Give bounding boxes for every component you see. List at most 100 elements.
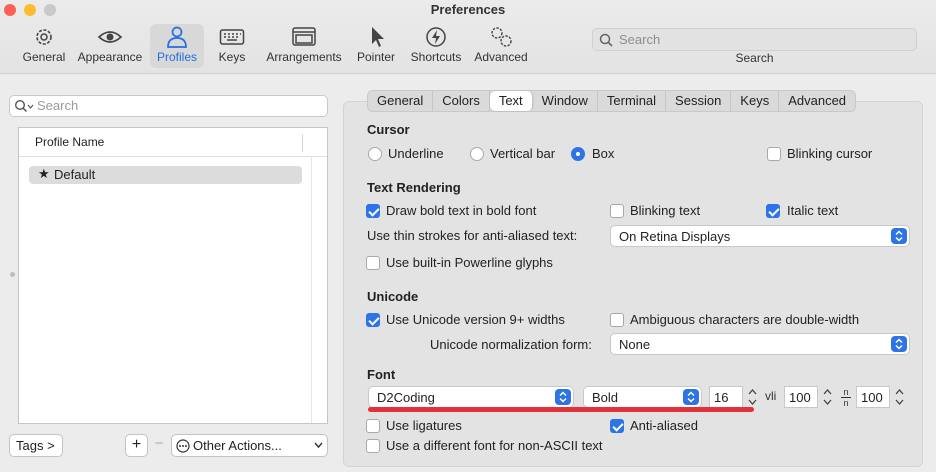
blinking-cursor-label: Blinking cursor bbox=[787, 146, 873, 161]
vertical-spacing-value: 100 bbox=[861, 390, 883, 405]
search-icon bbox=[599, 33, 613, 47]
toolbar-label: Shortcuts bbox=[410, 50, 462, 64]
toolbar-label: Profiles bbox=[156, 50, 197, 64]
toolbar-advanced[interactable]: Advanced bbox=[472, 24, 530, 68]
non-ascii-font-label: Use a different font for non-ASCII text bbox=[386, 438, 603, 453]
star-icon: ★ bbox=[38, 166, 50, 181]
up-down-arrows-icon bbox=[555, 389, 571, 405]
vertical-spacing-stepper[interactable] bbox=[894, 386, 905, 408]
tab-window[interactable]: Window bbox=[533, 91, 598, 111]
profile-search-placeholder: Search bbox=[37, 98, 79, 113]
toolbar-label: General bbox=[22, 50, 66, 64]
vertical-spacing-field[interactable]: 100 bbox=[856, 386, 890, 408]
unicode-widths-checkbox[interactable] bbox=[366, 313, 380, 327]
horizontal-spacing-value: 100 bbox=[789, 390, 811, 405]
person-icon bbox=[167, 26, 187, 48]
horizontal-spacing-field[interactable]: 100 bbox=[784, 386, 818, 408]
powerline-glyphs-checkbox[interactable] bbox=[366, 256, 380, 270]
blinking-cursor-checkbox[interactable] bbox=[767, 147, 781, 161]
anti-aliased-checkbox[interactable] bbox=[610, 419, 624, 433]
tab-general[interactable]: General bbox=[368, 91, 434, 111]
toolbar-shortcuts[interactable]: Shortcuts bbox=[406, 24, 466, 68]
annotation-underline bbox=[368, 407, 754, 412]
svg-text:n: n bbox=[843, 398, 848, 408]
gears-icon bbox=[491, 27, 512, 47]
cursor-box-radio[interactable] bbox=[571, 147, 585, 161]
italic-text-checkbox[interactable] bbox=[766, 204, 780, 218]
toolbar-label: Advanced bbox=[474, 50, 528, 64]
non-ascii-font-checkbox[interactable] bbox=[366, 439, 380, 453]
tab-keys[interactable]: Keys bbox=[731, 91, 780, 111]
tab-session[interactable]: Session bbox=[666, 91, 732, 111]
profile-search-field[interactable]: Search bbox=[9, 95, 328, 117]
italic-text-label: Italic text bbox=[787, 203, 839, 218]
ligatures-checkbox[interactable] bbox=[366, 419, 380, 433]
vertical-spacing-icon: n n bbox=[841, 387, 851, 408]
cursor-vertical-bar-radio[interactable] bbox=[470, 147, 484, 161]
thin-strokes-popup[interactable]: On Retina Displays bbox=[610, 225, 910, 247]
anti-aliased-label: Anti-aliased bbox=[630, 418, 698, 433]
column-divider bbox=[311, 157, 312, 423]
pointer-icon bbox=[372, 27, 384, 47]
ambiguous-width-label: Ambiguous characters are double-width bbox=[630, 312, 860, 327]
search-caption: Search bbox=[735, 51, 774, 65]
tab-text[interactable]: Text bbox=[489, 91, 533, 111]
toolbar-arrangements[interactable]: Arrangements bbox=[264, 24, 344, 68]
text-rendering-section-title: Text Rendering bbox=[367, 180, 461, 195]
other-actions-label: Other Actions... bbox=[193, 438, 282, 453]
up-down-arrows-icon bbox=[891, 228, 907, 244]
tags-button-label: Tags > bbox=[16, 438, 55, 453]
up-down-arrows-icon bbox=[891, 336, 907, 352]
toolbar-search-field[interactable]: Search bbox=[592, 28, 917, 51]
font-family-value: D2Coding bbox=[377, 390, 435, 405]
tab-colors[interactable]: Colors bbox=[433, 91, 490, 111]
horizontal-spacing-icon: vli bbox=[765, 389, 777, 403]
profile-table-header[interactable]: Profile Name bbox=[19, 128, 327, 157]
toolbar-label: Appearance bbox=[77, 50, 143, 64]
search-icon bbox=[14, 99, 34, 113]
other-actions-menu[interactable]: Other Actions... bbox=[171, 434, 328, 457]
cursor-box-label: Box bbox=[592, 146, 615, 161]
toolbar-general[interactable]: General bbox=[20, 24, 68, 68]
normalization-value: None bbox=[619, 337, 651, 352]
unicode-widths-label: Use Unicode version 9+ widths bbox=[386, 312, 565, 327]
split-view-handle[interactable] bbox=[10, 272, 15, 277]
thin-strokes-label: Use thin strokes for anti-aliased text: bbox=[367, 228, 578, 243]
toolbar-appearance[interactable]: Appearance bbox=[75, 24, 145, 68]
font-size-field[interactable]: 16 bbox=[709, 386, 743, 408]
cursor-vertical-bar-label: Vertical bar bbox=[490, 146, 556, 161]
horizontal-spacing-stepper[interactable] bbox=[822, 386, 833, 408]
font-size-stepper[interactable] bbox=[747, 386, 758, 408]
blinking-text-checkbox[interactable] bbox=[610, 204, 624, 218]
remove-profile-button[interactable]: − bbox=[148, 434, 170, 457]
toolbar-keys[interactable]: Keys bbox=[210, 24, 254, 68]
bold-font-checkbox[interactable] bbox=[366, 204, 380, 218]
font-section-title: Font bbox=[367, 367, 396, 382]
powerline-glyphs-label: Use built-in Powerline glyphs bbox=[386, 255, 553, 270]
font-weight-value: Bold bbox=[592, 390, 619, 405]
profile-row-default[interactable]: ★ Default bbox=[29, 166, 302, 184]
add-profile-button[interactable]: + bbox=[125, 434, 148, 457]
toolbar-profiles[interactable]: Profiles bbox=[150, 24, 204, 68]
search-placeholder: Search bbox=[619, 32, 661, 47]
blinking-text-label: Blinking text bbox=[630, 203, 701, 218]
toolbar-pointer[interactable]: Pointer bbox=[353, 24, 399, 68]
tab-terminal[interactable]: Terminal bbox=[598, 91, 667, 111]
eye-icon bbox=[97, 31, 123, 43]
tab-advanced[interactable]: Advanced bbox=[779, 91, 855, 111]
bolt-icon bbox=[426, 27, 446, 47]
cursor-underline-radio[interactable] bbox=[368, 147, 382, 161]
cursor-section-title: Cursor bbox=[367, 122, 410, 137]
font-weight-popup[interactable]: Bold bbox=[583, 386, 702, 408]
font-family-popup[interactable]: D2Coding bbox=[368, 386, 574, 408]
tags-button[interactable]: Tags > bbox=[9, 434, 63, 457]
toolbar-label: Pointer bbox=[356, 50, 396, 64]
ellipsis-circle-icon bbox=[176, 439, 190, 453]
gear-icon bbox=[36, 29, 52, 45]
font-size-value: 16 bbox=[714, 390, 729, 405]
chevron-down-icon bbox=[314, 442, 323, 449]
profile-name-column-header: Profile Name bbox=[35, 135, 105, 149]
normalization-popup[interactable]: None bbox=[610, 333, 910, 355]
cursor-underline-label: Underline bbox=[388, 146, 444, 161]
ambiguous-width-checkbox[interactable] bbox=[610, 313, 624, 327]
